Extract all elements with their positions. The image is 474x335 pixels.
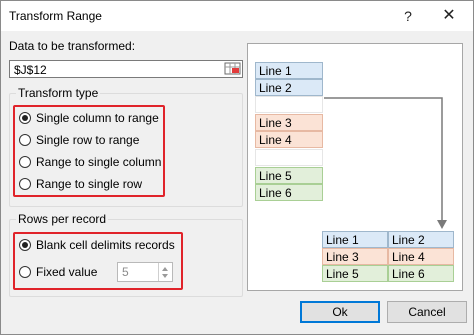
result-cell: Line 6 (388, 265, 454, 282)
radio-indicator (19, 178, 31, 190)
radio-range-to-single-column[interactable]: Range to single column (19, 153, 161, 171)
data-range-input[interactable]: $J$12 (9, 60, 243, 78)
radio-indicator (19, 239, 31, 251)
preview-pane: Line 1 Line 2 Line 3 Line 4 Line 5 Line … (247, 43, 463, 291)
radio-range-to-single-row[interactable]: Range to single row (19, 175, 142, 193)
result-cell: Line 5 (322, 265, 388, 282)
dialog-title: Transform Range (9, 9, 102, 23)
radio-blank-cell-delimits[interactable]: Blank cell delimits records (19, 236, 175, 254)
radio-label: Range to single row (36, 177, 143, 191)
data-label: Data to be transformed: (9, 39, 136, 53)
rows-per-record-legend: Rows per record (16, 212, 109, 226)
close-button[interactable]: ✕ (435, 5, 463, 27)
help-button[interactable]: ? (394, 5, 422, 27)
radio-label: Fixed value (36, 265, 98, 279)
title-bar: Transform Range ? ✕ (1, 1, 473, 31)
result-cell: Line 1 (322, 231, 388, 248)
radio-label: Blank cell delimits records (36, 238, 175, 252)
radio-label: Single column to range (36, 111, 159, 125)
radio-indicator (19, 134, 31, 146)
cancel-button[interactable]: Cancel (387, 301, 467, 323)
radio-indicator (19, 266, 31, 278)
fixed-value-stepper[interactable]: 5 (117, 262, 173, 282)
range-select-icon[interactable] (224, 61, 242, 77)
radio-label: Single row to range (36, 133, 140, 147)
radio-label: Range to single column (36, 155, 162, 169)
radio-single-row-to-range[interactable]: Single row to range (19, 131, 139, 149)
radio-fixed-value[interactable]: Fixed value (19, 263, 97, 281)
radio-indicator (19, 156, 31, 168)
result-cell: Line 4 (388, 248, 454, 265)
fixed-value-text: 5 (122, 265, 129, 279)
chevron-up-icon[interactable] (162, 267, 168, 271)
radio-single-column-to-range[interactable]: Single column to range (19, 109, 159, 127)
stepper-arrows[interactable] (158, 263, 172, 281)
transform-type-legend: Transform type (16, 86, 101, 100)
radio-indicator (19, 112, 31, 124)
chevron-down-icon[interactable] (162, 274, 168, 278)
result-cell: Line 2 (388, 231, 454, 248)
transform-range-dialog: Transform Range ? ✕ Data to be transform… (0, 0, 474, 335)
ok-button[interactable]: Ok (300, 301, 380, 323)
result-cell: Line 3 (322, 248, 388, 265)
